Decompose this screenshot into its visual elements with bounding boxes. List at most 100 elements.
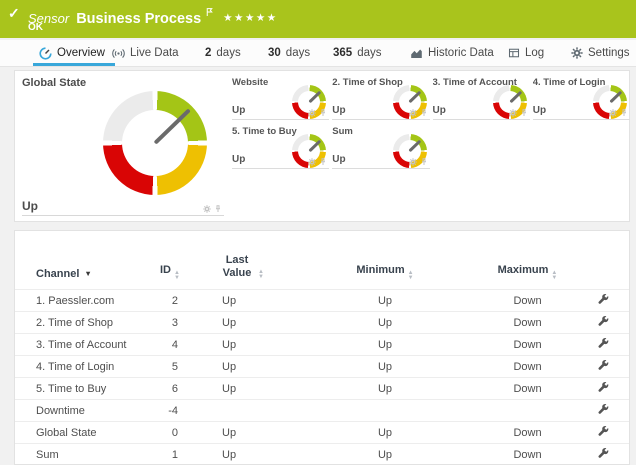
global-state-value: Up — [22, 199, 38, 213]
channel-maximum: Down — [465, 339, 590, 351]
channel-table-panel: Channel▼ ID▲▼ Last Value▲▼ Minimum▲▼ Max… — [14, 230, 630, 465]
gear-icon[interactable] — [308, 109, 316, 117]
col-header-minimum[interactable]: Minimum▲▼ — [305, 264, 465, 280]
gear-icon[interactable] — [409, 158, 417, 166]
status-badge: OK — [28, 22, 43, 33]
col-header-maximum[interactable]: Maximum▲▼ — [465, 264, 590, 280]
tab-30-days[interactable]: 30 days — [268, 40, 310, 66]
channel-minimum: Up — [305, 339, 465, 351]
channel-name: Sum — [36, 449, 160, 461]
flag-icon[interactable] — [205, 4, 214, 22]
col-header-channel[interactable]: Channel▼ — [36, 268, 160, 280]
pin-icon[interactable] — [620, 109, 628, 117]
channel-maximum: Down — [465, 317, 590, 329]
pin-icon[interactable] — [420, 158, 428, 166]
wrench-icon[interactable] — [598, 294, 609, 305]
log-icon — [508, 47, 520, 59]
status-check-icon: ✓ — [8, 5, 20, 22]
channel-maximum: Down — [465, 295, 590, 307]
tab-log[interactable]: Log — [508, 40, 544, 66]
gauge-icon — [39, 47, 52, 60]
gauge-value: Up — [533, 105, 546, 116]
gear-icon[interactable] — [409, 109, 417, 117]
wrench-icon[interactable] — [598, 316, 609, 327]
channel-last-value: Up — [178, 361, 305, 373]
gear-icon[interactable] — [308, 158, 316, 166]
gauge-cell-website: Website Up — [232, 73, 329, 120]
sort-icon: ▲▼ — [551, 271, 557, 280]
channel-name: 5. Time to Buy — [36, 383, 160, 395]
sort-desc-icon: ▼ — [84, 269, 91, 278]
channel-minimum: Up — [305, 449, 465, 461]
global-state-gauge — [103, 91, 207, 195]
wrench-icon[interactable] — [598, 360, 609, 371]
pin-icon[interactable] — [214, 205, 222, 213]
channel-id: 2 — [160, 295, 178, 307]
channel-last-value: Up — [178, 339, 305, 351]
sort-icon: ▲▼ — [258, 270, 264, 279]
channel-minimum: Up — [305, 317, 465, 329]
sensor-header: ✓ SensorBusiness Process★★★★★ OK — [0, 0, 636, 38]
overview-gauges-panel: Global State Up Website Up 2. Time of Sh… — [14, 70, 630, 222]
gauge-value: Up — [332, 105, 345, 116]
page-title: Business Process — [76, 11, 201, 27]
channel-minimum: Up — [305, 383, 465, 395]
historic-data-icon — [410, 47, 423, 60]
channel-last-value: Up — [178, 317, 305, 329]
channel-maximum: Down — [465, 449, 590, 461]
channel-table-body: 1. Paessler.com 2 Up Up Down 2. Time of … — [15, 289, 629, 465]
channel-id: 4 — [160, 339, 178, 351]
global-state-value-row: Up — [22, 197, 224, 216]
gear-icon[interactable] — [609, 109, 617, 117]
tab-settings[interactable]: Settings — [571, 40, 630, 66]
channel-name: Downtime — [36, 405, 160, 417]
pin-icon[interactable] — [520, 109, 528, 117]
tab-2-days[interactable]: 2 days — [205, 40, 241, 66]
pin-icon[interactable] — [319, 109, 327, 117]
wrench-icon[interactable] — [598, 404, 609, 415]
tab-live-data[interactable]: Live Data — [112, 40, 179, 66]
col-header-last-value[interactable]: Last Value▲▼ — [178, 254, 305, 280]
wrench-icon[interactable] — [598, 448, 609, 459]
table-row-downtime[interactable]: Downtime -4 — [15, 399, 629, 421]
table-row-2-time-of-shop[interactable]: 2. Time of Shop 3 Up Up Down — [15, 311, 629, 333]
channel-id: 5 — [160, 361, 178, 373]
channel-name: 2. Time of Shop — [36, 317, 160, 329]
channel-id: 3 — [160, 317, 178, 329]
gauge-value: Up — [433, 105, 446, 116]
gauge-value: Up — [232, 154, 245, 165]
priority-stars[interactable]: ★★★★★ — [223, 12, 278, 24]
table-row-4-time-of-login[interactable]: 4. Time of Login 5 Up Up Down — [15, 355, 629, 377]
channel-name: Global State — [36, 427, 160, 439]
channel-name: 1. Paessler.com — [36, 295, 160, 307]
tab-overview[interactable]: Overview — [39, 40, 105, 66]
table-row-5-time-to-buy[interactable]: 5. Time to Buy 6 Up Up Down — [15, 377, 629, 399]
table-row-sum[interactable]: Sum 1 Up Up Down — [15, 443, 629, 465]
wrench-icon[interactable] — [598, 382, 609, 393]
channel-minimum: Up — [305, 361, 465, 373]
channel-maximum: Down — [465, 383, 590, 395]
wrench-icon[interactable] — [598, 426, 609, 437]
table-row-3-time-of-account[interactable]: 3. Time of Account 4 Up Up Down — [15, 333, 629, 355]
channel-last-value: Up — [178, 427, 305, 439]
sort-icon: ▲▼ — [408, 271, 414, 280]
channel-id: 6 — [160, 383, 178, 395]
channel-minimum: Up — [305, 295, 465, 307]
col-header-id[interactable]: ID▲▼ — [160, 264, 178, 280]
tab-historic-data[interactable]: Historic Data — [410, 40, 494, 66]
table-row-global-state[interactable]: Global State 0 Up Up Down — [15, 421, 629, 443]
wrench-icon[interactable] — [598, 338, 609, 349]
global-state-label: Global State — [22, 77, 86, 89]
gauge-value: Up — [332, 154, 345, 165]
gear-icon[interactable] — [203, 205, 211, 213]
channel-last-value: Up — [178, 449, 305, 461]
pin-icon[interactable] — [420, 109, 428, 117]
gear-icon[interactable] — [509, 109, 517, 117]
channel-id: 0 — [160, 427, 178, 439]
channel-minimum: Up — [305, 427, 465, 439]
tab-365-days[interactable]: 365 days — [333, 40, 381, 66]
pin-icon[interactable] — [319, 158, 327, 166]
tab-bar: Overview Live Data 2 days 30 days 365 da… — [0, 40, 636, 67]
small-gauge-grid: Website Up 2. Time of Shop Up 3. Time of… — [232, 73, 630, 169]
table-row-1-paessler-com[interactable]: 1. Paessler.com 2 Up Up Down — [15, 289, 629, 311]
